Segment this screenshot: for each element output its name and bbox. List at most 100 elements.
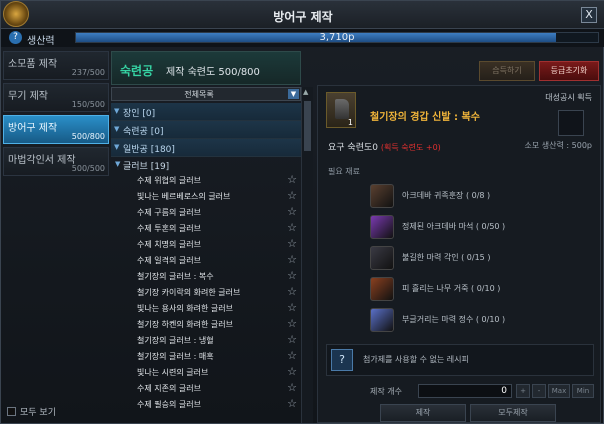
star-icon[interactable]: ☆ [287, 349, 297, 362]
category-name: 방어구 제작 [8, 123, 58, 134]
recipe-item[interactable]: 철기장 카이락의 화려한 글러브 ☆ [111, 285, 301, 301]
category-progress: 150/500 [71, 100, 105, 109]
material-row[interactable]: 불길한 마력 각인 ( 0/15 ) [370, 246, 570, 274]
recipe-item[interactable]: 빛나는 베르베로스의 글러브 ☆ [111, 189, 301, 205]
note-text: 첨가제를 사용할 수 없는 레시피 [363, 355, 469, 364]
recipe-note: ? 첨가제를 사용할 수 없는 레시피 [326, 344, 594, 376]
recipe-item[interactable]: 철기장의 글러브 : 냉혈 ☆ [111, 333, 301, 349]
quantity-minus-button[interactable]: - [532, 384, 546, 398]
requirement: 요구 숙련도0 (획득 숙련도 +0) [328, 140, 441, 153]
upgrade-reset-button[interactable]: 등급초기화 [539, 61, 599, 81]
material-icon[interactable] [370, 246, 394, 270]
dropdown-selected: 전체목록 [184, 90, 214, 99]
material-row[interactable]: 부글거리는 마력 정수 ( 0/10 ) [370, 308, 570, 336]
material-icon[interactable] [370, 308, 394, 332]
material-row[interactable]: 아크데바 귀족훈장 ( 0/8 ) [370, 184, 570, 212]
recipe-item[interactable]: 수제 위협의 글러브 ☆ [111, 173, 301, 189]
recipe-group[interactable]: ▼ 일반공 [180] [111, 139, 301, 157]
star-icon[interactable]: ☆ [287, 285, 297, 298]
category-tab[interactable]: 무기 제작 150/500 [3, 83, 109, 112]
material-icon[interactable] [370, 184, 394, 208]
craft-all-button[interactable]: 모두제작 [470, 404, 556, 422]
reward-slot[interactable] [558, 110, 584, 136]
recipe-item-label: 수제 필승의 글러브 [137, 400, 201, 409]
production-value: 3,710p [319, 32, 355, 43]
recipe-item[interactable]: 수제 필승의 글러브 ☆ [111, 397, 301, 413]
window-title: 방어구 제작 [273, 10, 333, 24]
recipe-item[interactable]: 수제 구름의 글러브 ☆ [111, 205, 301, 221]
star-icon[interactable]: ☆ [287, 253, 297, 266]
production-label: 생산력 [27, 36, 55, 47]
star-icon[interactable]: ☆ [287, 237, 297, 250]
category-progress: 500/800 [71, 132, 105, 141]
star-icon[interactable]: ☆ [287, 365, 297, 378]
recipe-item[interactable]: 수제 지존의 글러브 ☆ [111, 381, 301, 397]
recipe-item-label: 수제 일격의 글러브 [137, 256, 201, 265]
recipe-item[interactable]: 철기장의 글러브 : 복수 ☆ [111, 269, 301, 285]
production-cost: 소모 생산력 : 500p [524, 141, 592, 150]
title-bar[interactable]: 방어구 제작 X [1, 1, 604, 29]
material-row[interactable]: 피 흘리는 나무 거죽 ( 0/10 ) [370, 277, 570, 305]
help-icon[interactable]: ? [331, 349, 353, 371]
star-icon[interactable]: ☆ [287, 301, 297, 314]
recipe-item[interactable]: 철기장 하켄의 화려한 글러브 ☆ [111, 317, 301, 333]
show-all-toggle[interactable]: 모두 보기 [7, 405, 56, 418]
star-icon[interactable]: ☆ [287, 333, 297, 346]
recipe-item-label: 수제 치명의 글러브 [137, 240, 201, 249]
group-label: 장인 [0] [123, 109, 156, 119]
recipe-group[interactable]: ▼ 숙련공 [0] [111, 121, 301, 139]
production-info-icon[interactable]: ? [9, 31, 22, 44]
material-row[interactable]: 정제된 아크데바 마석 ( 0/50 ) [370, 215, 570, 243]
recipe-item[interactable]: 빛나는 용사의 화려한 글러브 ☆ [111, 301, 301, 317]
quantity-max-button[interactable]: Max [548, 384, 570, 398]
craft-button[interactable]: 제작 [380, 404, 466, 422]
recipe-subgroup[interactable]: ▼ 글러브 [19] [111, 157, 301, 173]
star-icon[interactable]: ☆ [287, 381, 297, 394]
production-track: 3,710p [75, 32, 599, 43]
chevron-down-icon: ▼ [114, 125, 120, 133]
star-icon[interactable]: ☆ [287, 189, 297, 202]
material-icon[interactable] [370, 215, 394, 239]
star-icon[interactable]: ☆ [287, 205, 297, 218]
material-icon[interactable] [370, 277, 394, 301]
learn-button[interactable]: 습득하기 [479, 61, 535, 81]
category-progress: 500/500 [71, 164, 105, 173]
chevron-down-icon: ▼ [114, 143, 120, 151]
recipe-item[interactable]: 철기장의 글러브 : 매혹 ☆ [111, 349, 301, 365]
chevron-down-icon[interactable]: ▼ [288, 89, 299, 99]
recipe-item[interactable]: 수제 일격의 글러브 ☆ [111, 253, 301, 269]
recipe-panel: 1 철기장의 경갑 신발 : 복수 대성공시 획득 요구 숙련도0 (획득 숙련… [317, 85, 601, 423]
item-slot[interactable]: 1 [326, 92, 356, 128]
scroll-thumb[interactable] [304, 101, 311, 151]
star-icon[interactable]: ☆ [287, 317, 297, 330]
category-tab[interactable]: 소모품 제작 237/500 [3, 51, 109, 80]
recipe-list-scrollbar[interactable]: ▲ [301, 87, 313, 423]
quantity-plus-button[interactable]: + [516, 384, 530, 398]
star-icon[interactable]: ☆ [287, 221, 297, 234]
recipe-group[interactable]: ▼ 장인 [0] [111, 103, 301, 121]
recipe-name: 철기장의 경갑 신발 : 복수 [370, 112, 480, 123]
star-icon[interactable]: ☆ [287, 269, 297, 282]
chevron-down-icon: ▼ [115, 160, 121, 168]
category-name: 마법각인서 제작 [8, 155, 76, 166]
list-filter-dropdown[interactable]: 전체목록 ▼ [111, 87, 301, 101]
recipe-item-label: 철기장 카이락의 화려한 글러브 [137, 288, 241, 297]
recipe-item[interactable]: 수제 투혼의 글러브 ☆ [111, 221, 301, 237]
recipe-item-label: 수제 투혼의 글러브 [137, 224, 201, 233]
star-icon[interactable]: ☆ [287, 397, 297, 410]
scroll-up-icon[interactable]: ▲ [303, 88, 308, 96]
category-tab[interactable]: 마법각인서 제작 500/500 [3, 147, 109, 176]
recipe-item[interactable]: 빛나는 시련의 글러브 ☆ [111, 365, 301, 381]
quantity-min-button[interactable]: Min [572, 384, 594, 398]
subgroup-label: 글러브 [19] [123, 162, 170, 172]
close-button[interactable]: X [581, 7, 597, 23]
recipe-list: ▼ 장인 [0] ▼ 숙련공 [0] ▼ 일반공 [180] ▼ 글러브 [19] 수제 위협의… [111, 103, 301, 423]
recipe-item[interactable]: 수제 치명의 글러브 ☆ [111, 237, 301, 253]
category-tab[interactable]: 방어구 제작 500/800 [3, 115, 109, 144]
recipe-item-label: 빛나는 용사의 화려한 글러브 [137, 304, 233, 313]
material-label: 정제된 아크데바 마석 ( 0/50 ) [402, 222, 506, 231]
recipe-item-label: 철기장 하켄의 화려한 글러브 [137, 320, 233, 329]
quantity-input[interactable]: 0 [418, 384, 512, 398]
star-icon[interactable]: ☆ [287, 173, 297, 186]
checkbox-icon[interactable] [7, 407, 16, 416]
